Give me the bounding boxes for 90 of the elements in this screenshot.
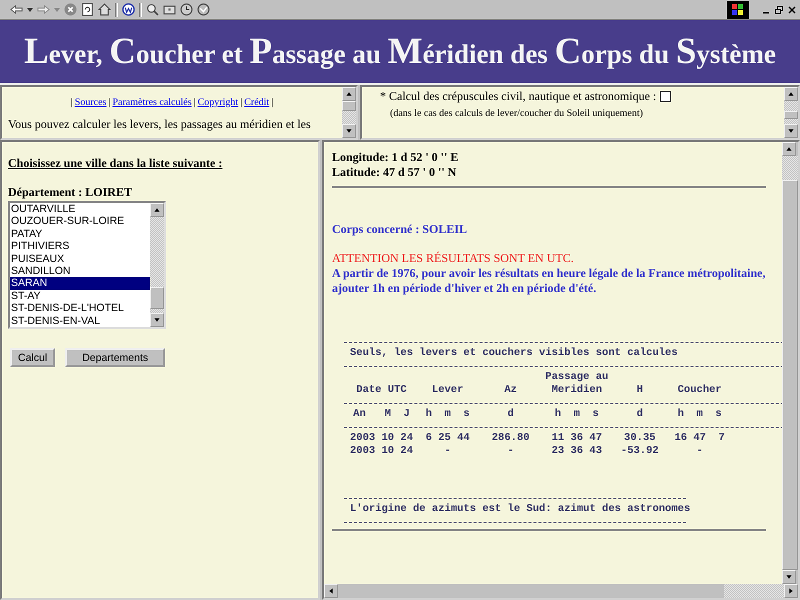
- nav-link[interactable]: Crédit: [244, 97, 270, 108]
- section-heading: Choisissez une ville dans la liste suivante :: [8, 156, 224, 171]
- scroll-thumb[interactable]: [150, 287, 164, 309]
- unit-label: h m s: [424, 408, 471, 421]
- city-list[interactable]: OUTARVILLE OUZOUER-SUR-LOIRE PATAY PITHIVIERS PUISEAUX SANDILLON SARAN ST-AY ST-DENIS-DE-L'HOTEL ST-DENIS-EN-VAL: [8, 201, 166, 329]
- caret-icon[interactable]: [27, 8, 33, 12]
- city-item[interactable]: PATAY: [10, 228, 150, 240]
- scroll-up-icon[interactable]: [342, 87, 356, 101]
- intro-text: Vous pouvez calculer les levers, les passages au méridien et les: [8, 117, 312, 132]
- table-cell-text: 23 36 43: [550, 445, 604, 458]
- scrollbar[interactable]: [784, 87, 798, 138]
- city-item[interactable]: ST-DENIS-EN-VAL: [10, 314, 150, 327]
- scrollbar[interactable]: [342, 87, 356, 138]
- link-separator: |: [108, 97, 110, 108]
- column-header: H: [636, 384, 644, 397]
- scroll-down-icon[interactable]: [342, 124, 356, 138]
- warning-text: ATTENTION LES RÉSULTATS SONT EN UTC.: [332, 251, 575, 266]
- stop-icon[interactable]: [64, 3, 77, 16]
- department-label: Département : LOIRET: [8, 185, 133, 200]
- nav-link[interactable]: Sources: [74, 97, 106, 108]
- letter-w-icon[interactable]: [122, 3, 135, 16]
- option-note: (dans le cas des calculs de lever/coucher du Soleil uniquement): [389, 107, 644, 119]
- scrollbar[interactable]: [150, 203, 164, 327]
- latitude-text: Latitude: 47 d 57 ' 0 '' N: [332, 165, 458, 180]
- nav-link[interactable]: Paramètres calculés: [112, 97, 192, 108]
- scroll-up-icon[interactable]: [784, 87, 798, 101]
- city-item[interactable]: ST-DENIS-DE-L'HOTEL: [10, 302, 150, 315]
- link-separator: |: [70, 97, 73, 108]
- close-icon[interactable]: [788, 6, 796, 14]
- checkbox[interactable]: [660, 91, 672, 102]
- body-text: Corps concerné : SOLEIL: [332, 222, 468, 237]
- column-header: Lever: [430, 384, 464, 397]
- scroll-thumb[interactable]: [342, 101, 356, 111]
- link-separator: |: [271, 97, 274, 108]
- unit-label: h m s: [554, 408, 600, 421]
- unit-label: An M J: [352, 408, 411, 421]
- form-button[interactable]: Departements: [65, 348, 166, 367]
- table-cell-text: 286.80: [490, 432, 531, 445]
- link-separator: |: [194, 97, 196, 108]
- scroll-up-icon[interactable]: [150, 203, 164, 217]
- scroll-left-icon[interactable]: [324, 584, 338, 598]
- city-item[interactable]: SARAN: [10, 277, 150, 290]
- table-cell-text: -53.92: [620, 445, 660, 458]
- horizontal-scrollbar[interactable]: [324, 584, 798, 598]
- nav-link[interactable]: Copyright: [198, 97, 238, 108]
- column-header: Az: [503, 384, 518, 397]
- city-item[interactable]: PUISEAUX: [10, 252, 150, 265]
- footer-note: L'origine de azimuts est le Sud: azimut des astronomes: [349, 503, 692, 516]
- column-header: Date UTC: [355, 384, 408, 397]
- option-label: * Calcul des crépuscules civil, nautique et astronomique :: [380, 89, 656, 104]
- city-item[interactable]: PITHIVIERS: [10, 240, 150, 253]
- table-cell: 2003 10 24: [350, 445, 413, 458]
- scroll-thumb[interactable]: [724, 584, 784, 598]
- forward-icon[interactable]: [37, 3, 50, 16]
- city-item[interactable]: SANDILLON: [10, 264, 150, 278]
- scroll-down-icon[interactable]: [784, 124, 798, 138]
- table-cell-text: -: [696, 445, 704, 458]
- city-item[interactable]: ST-AY: [10, 290, 150, 302]
- link-separator: |: [240, 97, 242, 108]
- table-cell-text: 11 36 47: [550, 432, 604, 445]
- table-cell-text: 30.35: [623, 432, 657, 445]
- history-icon[interactable]: [180, 3, 193, 16]
- scroll-right-icon[interactable]: [784, 584, 798, 598]
- form-button[interactable]: Calcul: [10, 348, 56, 367]
- table-cell-text: -: [443, 445, 452, 458]
- windows-logo-icon: [727, 0, 749, 18]
- back-icon[interactable]: [10, 3, 23, 16]
- column-header: Passage au Meridien: [544, 371, 610, 397]
- unit-label: h m s: [676, 408, 723, 421]
- unit-label: d: [636, 408, 644, 421]
- longitude-text: Longitude: 1 d 52 ' 0 '' E: [332, 150, 460, 165]
- table-cell: 2003 10 24: [350, 432, 413, 445]
- column-header: Coucher: [676, 384, 723, 397]
- page-title: Lever, Coucher et Passage au Méridien des Corps du Système: [24, 30, 776, 73]
- note-text: Seuls, les levers et couchers visibles sont calcules: [349, 347, 679, 360]
- advice-text: A partir de 1976, pour avoir les résultats en heure légale de la France métropolitaine, ajouter 1h en période d'hiver et 2h en période d'été.: [332, 266, 767, 296]
- refresh-icon[interactable]: [81, 3, 94, 16]
- search-icon[interactable]: [146, 3, 159, 16]
- city-item[interactable]: OUTARVILLE: [10, 203, 150, 216]
- scroll-down-icon[interactable]: [782, 570, 796, 584]
- restore-icon[interactable]: [775, 6, 783, 14]
- table-cell-text: 6 25 44: [424, 432, 471, 445]
- city-item[interactable]: OUZOUER-SUR-LOIRE: [10, 215, 150, 228]
- table-cell-text: 16 47 7: [673, 432, 726, 445]
- unit-label: d: [506, 408, 515, 421]
- scroll-down-icon[interactable]: [150, 313, 164, 327]
- scroll-up-icon[interactable]: [782, 142, 796, 156]
- table-cell-text: -: [506, 445, 515, 458]
- home-icon[interactable]: [98, 3, 111, 16]
- scroll-thumb[interactable]: [784, 111, 798, 119]
